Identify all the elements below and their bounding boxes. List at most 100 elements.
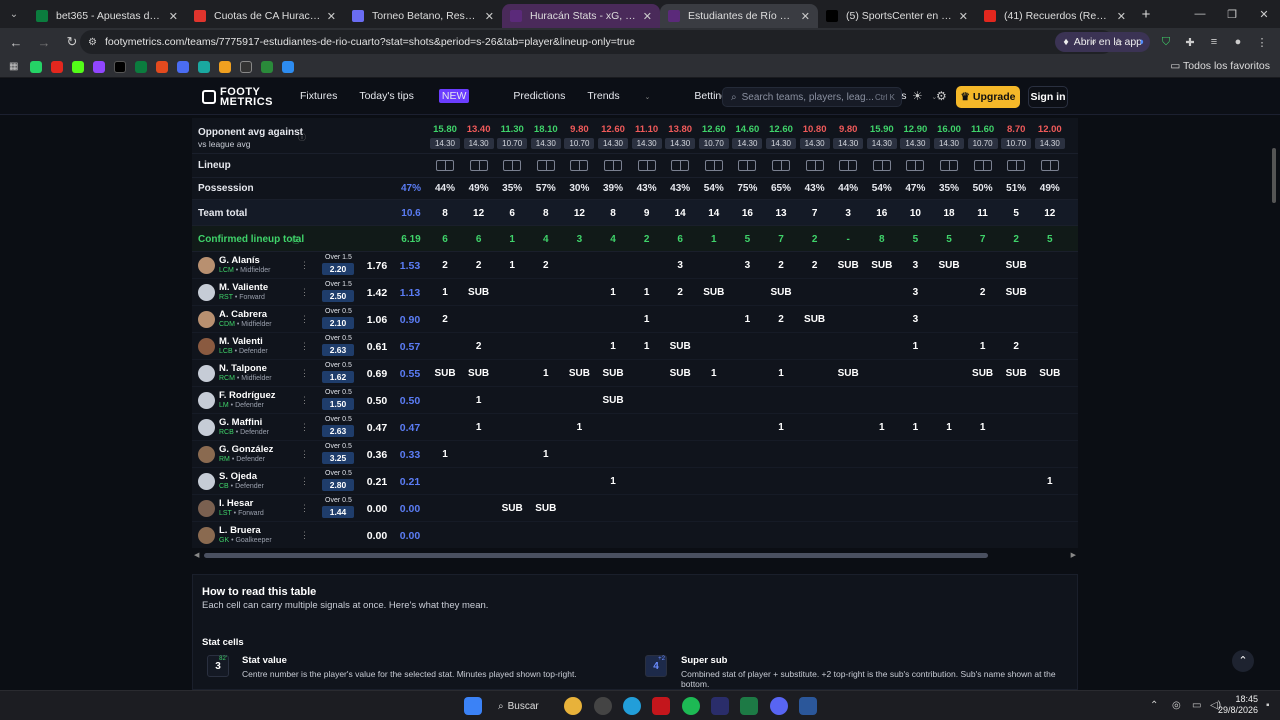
stat-cell[interactable] xyxy=(562,306,596,333)
stat-cell[interactable] xyxy=(697,441,731,468)
maximize-icon[interactable]: ❐ xyxy=(1216,0,1248,28)
stat-cell[interactable]: SUB xyxy=(966,360,1000,387)
stat-cell[interactable]: SUB xyxy=(999,360,1033,387)
player-name[interactable]: L. Bruera xyxy=(219,525,261,536)
stat-cell[interactable] xyxy=(1033,495,1067,522)
browser-tab[interactable]: (41) Recuerdos (Remix) (fe ✕ xyxy=(976,4,1134,28)
stat-cell[interactable]: 3 xyxy=(898,306,932,333)
stat-cell[interactable] xyxy=(663,414,697,441)
stat-cell[interactable]: 1 xyxy=(865,414,899,441)
stat-cell[interactable] xyxy=(697,252,731,279)
lineup-pitch-icon[interactable] xyxy=(469,160,488,171)
omnibox[interactable]: ⚙ footymetrics.com/teams/7775917-estudia… xyxy=(80,30,1114,54)
extensions-puzzle-icon[interactable]: ✚ xyxy=(1180,32,1200,52)
stat-cell[interactable] xyxy=(462,522,496,548)
spotify-icon[interactable] xyxy=(682,697,700,715)
lineup-pitch-icon[interactable] xyxy=(872,160,891,171)
stat-cell[interactable] xyxy=(764,441,798,468)
stat-cell[interactable] xyxy=(831,387,865,414)
bookmark-dark-icon[interactable] xyxy=(240,60,252,73)
stat-cell[interactable]: 2 xyxy=(462,333,496,360)
stat-cell[interactable] xyxy=(932,441,966,468)
stat-cell[interactable] xyxy=(764,333,798,360)
stat-cell[interactable]: 3 xyxy=(730,252,764,279)
stat-cell[interactable]: 1 xyxy=(462,414,496,441)
player-menu-icon[interactable]: ⋮ xyxy=(300,260,309,271)
tab-close-icon[interactable]: ✕ xyxy=(169,10,178,23)
stat-cell[interactable] xyxy=(865,279,899,306)
settings-gear-icon[interactable]: ⚙ xyxy=(936,89,947,103)
lineup-pitch-icon[interactable] xyxy=(1040,160,1059,171)
stat-cell[interactable] xyxy=(697,414,731,441)
stat-cell[interactable] xyxy=(495,333,529,360)
stat-cell[interactable]: 2 xyxy=(764,252,798,279)
scroll-left-icon[interactable]: ◀ xyxy=(194,551,199,559)
player-name[interactable]: M. Valenti xyxy=(219,336,263,347)
stat-cell[interactable] xyxy=(966,441,1000,468)
stat-cell[interactable] xyxy=(831,306,865,333)
stat-cell[interactable]: 2 xyxy=(663,279,697,306)
bookmark-star-icon[interactable]: ☆ xyxy=(1108,32,1128,52)
table-horizontal-scrollbar[interactable]: ◀ ▶ xyxy=(192,550,1078,560)
stat-cell[interactable] xyxy=(898,387,932,414)
odds-badge[interactable]: 1.44 xyxy=(322,506,354,518)
stat-cell[interactable] xyxy=(1033,414,1067,441)
nav-trends[interactable]: Trends ⌄ xyxy=(587,90,672,102)
stat-cell[interactable]: 1 xyxy=(428,279,462,306)
stat-cell[interactable] xyxy=(798,441,832,468)
stat-cell[interactable] xyxy=(898,441,932,468)
stat-cell[interactable] xyxy=(495,279,529,306)
stat-cell[interactable] xyxy=(495,468,529,495)
stat-cell[interactable] xyxy=(630,252,664,279)
player-menu-icon[interactable]: ⋮ xyxy=(300,530,309,541)
stat-cell[interactable] xyxy=(663,468,697,495)
stat-cell[interactable] xyxy=(999,522,1033,548)
stat-cell[interactable]: 3 xyxy=(898,279,932,306)
browser-tab[interactable]: Torneo Betano, Resultados ✕ xyxy=(344,4,502,28)
stat-cell[interactable]: SUB xyxy=(495,495,529,522)
stat-cell[interactable] xyxy=(428,522,462,548)
url-text[interactable]: footymetrics.com/teams/7775917-estudiant… xyxy=(105,36,635,48)
stat-cell[interactable]: 1 xyxy=(764,360,798,387)
stat-cell[interactable]: 1 xyxy=(630,333,664,360)
site-search-input[interactable]: ⌕ Search teams, players, leag... Ctrl K xyxy=(722,87,902,107)
stat-cell[interactable] xyxy=(831,414,865,441)
stat-cell[interactable] xyxy=(966,306,1000,333)
lineup-pitch-icon[interactable] xyxy=(940,160,958,171)
stat-cell[interactable]: 1 xyxy=(932,414,966,441)
stat-cell[interactable] xyxy=(697,306,731,333)
stat-cell[interactable] xyxy=(462,441,496,468)
stat-cell[interactable] xyxy=(831,441,865,468)
lineup-pitch-icon[interactable] xyxy=(906,160,925,171)
stat-cell[interactable]: 2 xyxy=(798,252,832,279)
stat-cell[interactable] xyxy=(529,306,563,333)
stat-cell[interactable]: 1 xyxy=(898,414,932,441)
nav-todays-tips[interactable]: Today's tips NEW xyxy=(359,89,491,104)
stat-cell[interactable] xyxy=(730,360,764,387)
stat-cell[interactable] xyxy=(1033,387,1067,414)
player-name[interactable]: S. Ojeda xyxy=(219,471,257,482)
stat-cell[interactable] xyxy=(1033,522,1067,548)
stat-cell[interactable] xyxy=(663,306,697,333)
stat-cell[interactable]: SUB xyxy=(596,387,630,414)
stat-cell[interactable] xyxy=(428,387,462,414)
stat-cell[interactable]: SUB xyxy=(831,360,865,387)
stat-cell[interactable] xyxy=(999,495,1033,522)
stat-cell[interactable] xyxy=(529,414,563,441)
game-icon[interactable] xyxy=(711,697,729,715)
bet365-icon[interactable] xyxy=(135,60,147,73)
stat-cell[interactable]: 1 xyxy=(966,333,1000,360)
info-icon[interactable]: ⓘ xyxy=(298,132,306,143)
stat-cell[interactable] xyxy=(966,495,1000,522)
lineup-pitch-icon[interactable] xyxy=(570,160,589,171)
player-menu-icon[interactable]: ⋮ xyxy=(300,449,309,460)
scroll-right-icon[interactable]: ▶ xyxy=(1071,551,1076,559)
stat-cell[interactable] xyxy=(596,252,630,279)
stat-cell[interactable] xyxy=(932,495,966,522)
odds-badge[interactable]: 2.63 xyxy=(322,344,354,356)
player-row[interactable]: I. Hesar LST • Forward ⋮ Over 0.5 1.44 0.00 0.… xyxy=(192,495,1078,522)
stat-cell[interactable] xyxy=(562,441,596,468)
shield-icon[interactable]: ⛉ xyxy=(1156,32,1176,52)
apps-grid-icon[interactable]: ▦ xyxy=(9,61,21,73)
stat-cell[interactable]: SUB xyxy=(462,279,496,306)
